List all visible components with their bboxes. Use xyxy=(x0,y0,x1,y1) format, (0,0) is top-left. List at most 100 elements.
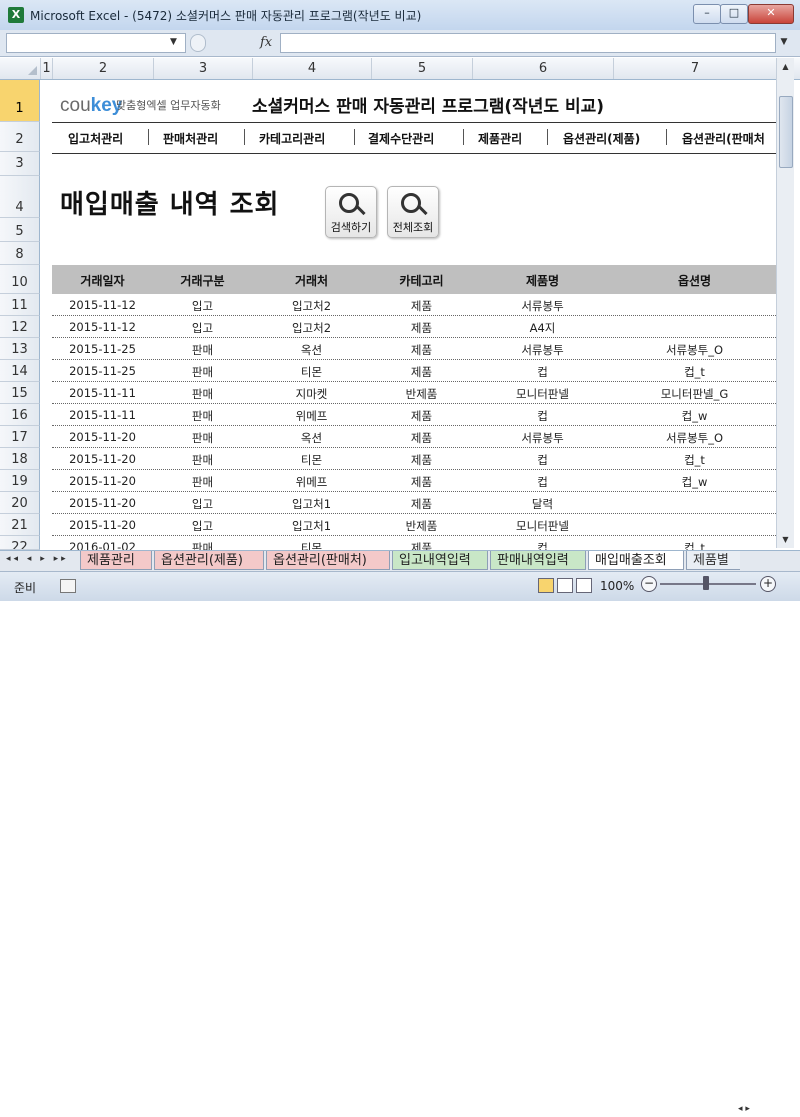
cell-product[interactable]: 서류봉투 xyxy=(472,342,613,358)
cell-type[interactable]: 판매 xyxy=(153,408,252,424)
cell-partner[interactable]: 입고처2 xyxy=(252,298,371,314)
row-header[interactable]: 10 xyxy=(0,265,40,294)
row-header[interactable]: 3 xyxy=(0,152,40,176)
column-header[interactable]: 3 xyxy=(154,58,253,79)
cell-partner[interactable]: 위메프 xyxy=(252,474,371,490)
vertical-scrollbar[interactable]: ▲ ▼ xyxy=(776,58,794,548)
cell-partner[interactable]: 옥션 xyxy=(252,342,371,358)
cell-product[interactable]: 컵 xyxy=(472,474,613,490)
cell-option[interactable]: 컵_t xyxy=(613,364,776,380)
row-header[interactable]: 12 xyxy=(0,316,40,338)
column-header[interactable]: 7 xyxy=(614,58,776,79)
cell-product[interactable]: 모니터판넬 xyxy=(472,386,613,402)
row-header[interactable]: 5 xyxy=(0,218,40,242)
cell-option[interactable]: 컵_w xyxy=(613,474,776,490)
cell-date[interactable]: 2015-11-20 xyxy=(52,430,153,444)
row-header[interactable]: 16 xyxy=(0,404,40,426)
cell-category[interactable]: 제품 xyxy=(371,408,472,424)
row-header[interactable]: 8 xyxy=(0,242,40,265)
column-header[interactable]: 4 xyxy=(253,58,372,79)
cell-type[interactable]: 입고 xyxy=(153,496,252,512)
cell-option[interactable]: 서류봉투_O xyxy=(613,342,776,358)
row-header[interactable]: 21 xyxy=(0,514,40,536)
cell-date[interactable]: 2015-11-11 xyxy=(52,386,153,400)
menu-item-payment[interactable]: 결제수단관리 xyxy=(368,130,434,147)
search-button[interactable]: 검색하기 xyxy=(325,186,377,238)
cell-date[interactable]: 2015-11-12 xyxy=(52,298,153,312)
sheet-tab[interactable]: 판매내역입력 xyxy=(490,551,586,570)
cell-type[interactable]: 판매 xyxy=(153,364,252,380)
cell-product[interactable]: 모니터판넬 xyxy=(472,518,613,534)
cell-partner[interactable]: 입고처1 xyxy=(252,518,371,534)
normal-view-icon[interactable] xyxy=(538,578,554,593)
row-header[interactable]: 14 xyxy=(0,360,40,382)
column-header-date[interactable]: 거래일자 xyxy=(52,272,153,289)
cell-category[interactable]: 제품 xyxy=(371,496,472,512)
cell-type[interactable]: 입고 xyxy=(153,298,252,314)
formula-bar-splitter[interactable] xyxy=(190,34,206,52)
row-header[interactable]: 15 xyxy=(0,382,40,404)
column-header-category[interactable]: 카테고리 xyxy=(371,272,472,289)
cell-category[interactable]: 제품 xyxy=(371,474,472,490)
cell-category[interactable]: 제품 xyxy=(371,430,472,446)
maximize-button[interactable]: □ xyxy=(720,4,748,24)
cell-date[interactable]: 2015-11-20 xyxy=(52,452,153,466)
macro-record-icon[interactable] xyxy=(60,579,76,593)
cell-partner[interactable]: 옥션 xyxy=(252,430,371,446)
cell-date[interactable]: 2015-11-12 xyxy=(52,320,153,334)
sheet-tab[interactable]: 입고내역입력 xyxy=(392,551,488,570)
horizontal-scroll-arrows[interactable]: ◂ ▸ xyxy=(738,1104,778,1117)
cell-category[interactable]: 제품 xyxy=(371,364,472,380)
scroll-up-icon[interactable]: ▲ xyxy=(777,58,794,75)
column-header[interactable]: 6 xyxy=(473,58,614,79)
column-header-option[interactable]: 옵션명 xyxy=(613,272,776,289)
cell-date[interactable]: 2015-11-11 xyxy=(52,408,153,422)
excel-app-icon[interactable]: X xyxy=(8,7,24,23)
cell-category[interactable]: 제품 xyxy=(371,320,472,336)
page-layout-view-icon[interactable] xyxy=(557,578,573,593)
row-header[interactable]: 1 xyxy=(0,80,40,122)
cell-category[interactable]: 제품 xyxy=(371,342,472,358)
formula-input[interactable] xyxy=(280,33,776,53)
column-header[interactable]: 1 xyxy=(41,58,53,79)
column-header-product[interactable]: 제품명 xyxy=(472,272,613,289)
cell-product[interactable]: 컵 xyxy=(472,364,613,380)
minimize-button[interactable]: – xyxy=(693,4,721,24)
row-header[interactable]: 22 xyxy=(0,536,40,550)
row-header[interactable]: 2 xyxy=(0,122,40,152)
cell-category[interactable]: 제품 xyxy=(371,298,472,314)
cell-product[interactable]: 서류봉투 xyxy=(472,298,613,314)
cell-type[interactable]: 입고 xyxy=(153,320,252,336)
cell-option[interactable]: 모니터판넬_G xyxy=(613,386,776,402)
scroll-down-icon[interactable]: ▼ xyxy=(777,531,794,548)
cell-partner[interactable]: 티몬 xyxy=(252,364,371,380)
cell-category[interactable]: 반제품 xyxy=(371,386,472,402)
column-header[interactable]: 5 xyxy=(372,58,473,79)
cell-partner[interactable]: 입고처1 xyxy=(252,496,371,512)
menu-item-supplier[interactable]: 입고처관리 xyxy=(68,130,123,147)
view-all-button[interactable]: 전체조회 xyxy=(387,186,439,238)
column-header-type[interactable]: 거래구분 xyxy=(153,272,252,289)
cell-product[interactable]: A4지 xyxy=(472,320,613,336)
column-header[interactable]: 2 xyxy=(53,58,154,79)
menu-item-category[interactable]: 카테고리관리 xyxy=(259,130,325,147)
sheet-tab[interactable]: 제품관리 xyxy=(80,551,152,570)
column-header-partner[interactable]: 거래처 xyxy=(252,272,371,289)
cell-date[interactable]: 2015-11-20 xyxy=(52,496,153,510)
cell-product[interactable]: 컵 xyxy=(472,408,613,424)
cell-product[interactable]: 서류봉투 xyxy=(472,430,613,446)
sheet-tab[interactable]: 옵션관리(제품) xyxy=(154,551,264,570)
row-header[interactable]: 17 xyxy=(0,426,40,448)
cell-category[interactable]: 제품 xyxy=(371,452,472,468)
cell-type[interactable]: 판매 xyxy=(153,452,252,468)
cell-partner[interactable]: 입고처2 xyxy=(252,320,371,336)
cell-date[interactable]: 2015-11-25 xyxy=(52,342,153,356)
cell-partner[interactable]: 티몬 xyxy=(252,452,371,468)
menu-item-product[interactable]: 제품관리 xyxy=(478,130,522,147)
cell-type[interactable]: 판매 xyxy=(153,342,252,358)
cell-date[interactable]: 2015-11-25 xyxy=(52,364,153,378)
page-break-view-icon[interactable] xyxy=(576,578,592,593)
cell-category[interactable]: 반제품 xyxy=(371,518,472,534)
cell-partner[interactable]: 지마켓 xyxy=(252,386,371,402)
cell-product[interactable]: 컵 xyxy=(472,452,613,468)
